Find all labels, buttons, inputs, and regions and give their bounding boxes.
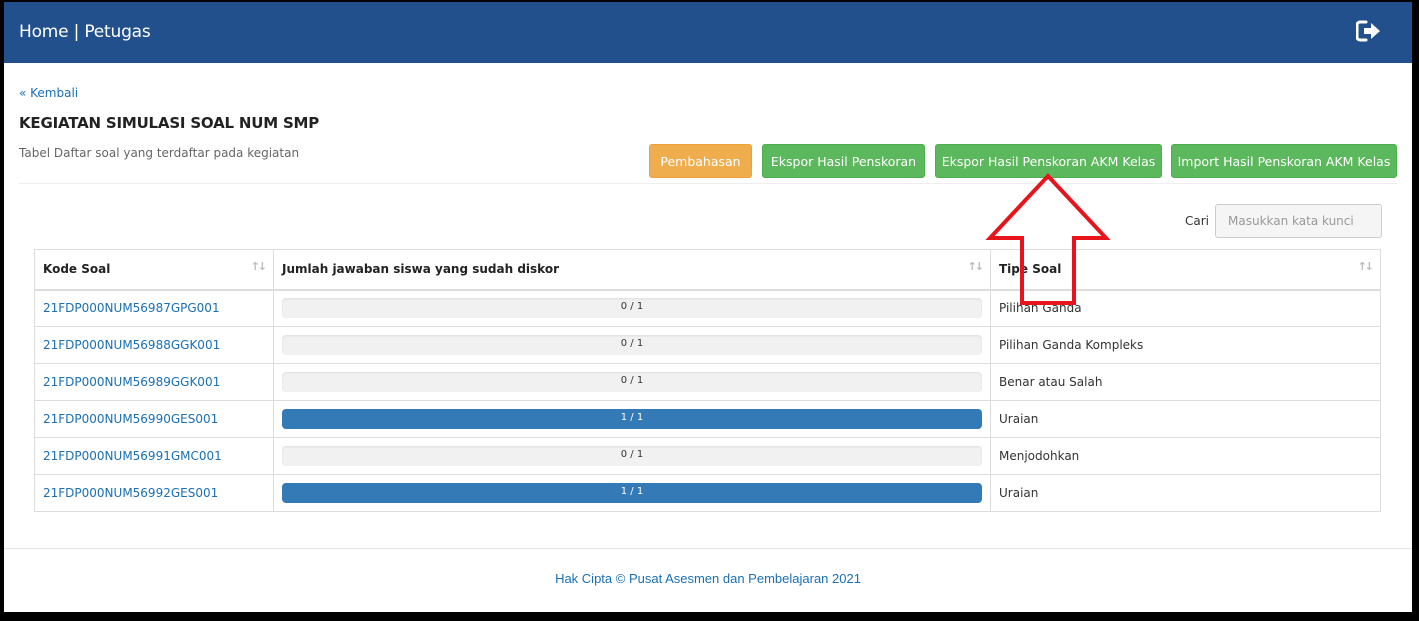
import-akm-scoring-button[interactable]: Import Hasil Penskoran AKM Kelas (1171, 144, 1397, 178)
question-code-cell: 21FDP000NUM56989GGK001 (34, 363, 274, 401)
question-type-cell: Pilihan Ganda Kompleks (990, 326, 1381, 364)
column-header-label: Kode Soal (43, 262, 111, 277)
divider (19, 183, 1397, 184)
question-code-link[interactable]: 21FDP000NUM56987GPG001 (43, 301, 220, 315)
column-header-label: Jumlah jawaban siswa yang sudah diskor (282, 262, 559, 277)
column-header-jumlah-jawaban[interactable]: Jumlah jawaban siswa yang sudah diskor ↑… (273, 249, 991, 291)
progress-bar: 1 / 1 (282, 483, 982, 503)
question-code-link[interactable]: 21FDP000NUM56988GGK001 (43, 338, 220, 352)
question-code-cell: 21FDP000NUM56988GGK001 (34, 326, 274, 364)
sort-icon[interactable]: ↑↓ (251, 260, 268, 273)
question-code-link[interactable]: 21FDP000NUM56989GGK001 (43, 375, 220, 389)
table-row: 21FDP000NUM56992GES001 1 / 1 Uraian (34, 474, 1381, 512)
question-type-cell: Menjodohkan (990, 437, 1381, 475)
table-row: 21FDP000NUM56991GMC001 0 / 1 Menjodohkan (34, 437, 1381, 475)
scored-count-cell: 1 / 1 (273, 474, 991, 512)
footer-copyright: Hak Cipta © Pusat Asesmen dan Pembelajar… (555, 571, 861, 586)
progress-text: 1 / 1 (620, 486, 644, 497)
table-row: 21FDP000NUM56987GPG001 0 / 1 Pilihan Ganda (34, 289, 1381, 327)
progress-text: 1 / 1 (620, 412, 644, 423)
question-code-cell: 21FDP000NUM56992GES001 (34, 474, 274, 512)
table-row: 21FDP000NUM56988GGK001 0 / 1 Pilihan Ganda… (34, 326, 1381, 364)
column-header-kode-soal[interactable]: Kode Soal ↑↓ (34, 249, 274, 291)
scored-count-cell: 0 / 1 (273, 326, 991, 364)
progress-text: 0 / 1 (620, 301, 644, 313)
back-link[interactable]: « Kembali (19, 86, 78, 100)
search-input[interactable] (1215, 204, 1382, 238)
footer-divider (4, 548, 1412, 549)
app-window: Home | Petugas « Kembali KEGIATAN SIMULA… (4, 2, 1412, 612)
sort-icon[interactable]: ↑↓ (968, 260, 985, 273)
table-row: 21FDP000NUM56990GES001 1 / 1 Uraian (34, 400, 1381, 438)
progress-text: 0 / 1 (620, 449, 644, 460)
table-header-row: Kode Soal ↑↓ Jumlah jawaban siswa yang s… (34, 249, 1381, 291)
questions-table: Kode Soal ↑↓ Jumlah jawaban siswa yang s… (34, 249, 1381, 512)
page-subtitle: Tabel Daftar soal yang terdaftar pada ke… (19, 146, 300, 160)
question-type-cell: Benar atau Salah (990, 363, 1381, 401)
nav-title[interactable]: Home | Petugas (19, 22, 151, 42)
question-type-cell: Uraian (990, 474, 1381, 512)
question-code-cell: 21FDP000NUM56990GES001 (34, 400, 274, 438)
table-row: 21FDP000NUM56989GGK001 0 / 1 Benar atau Sa… (34, 363, 1381, 401)
sort-icon[interactable]: ↑↓ (1358, 260, 1375, 273)
search-label: Cari (1185, 214, 1209, 228)
question-code-cell: 21FDP000NUM56987GPG001 (34, 289, 274, 327)
pembahasan-button[interactable]: Pembahasan (649, 144, 752, 178)
question-code-link[interactable]: 21FDP000NUM56992GES001 (43, 486, 218, 500)
progress-text: 0 / 1 (620, 338, 644, 349)
question-code-cell: 21FDP000NUM56991GMC001 (34, 437, 274, 475)
progress-bar: 0 / 1 (282, 335, 982, 355)
sign-out-icon[interactable] (1355, 20, 1382, 42)
question-code-link[interactable]: 21FDP000NUM56990GES001 (43, 412, 218, 426)
scored-count-cell: 0 / 1 (273, 289, 991, 327)
question-code-link[interactable]: 21FDP000NUM56991GMC001 (43, 449, 222, 463)
scored-count-cell: 0 / 1 (273, 363, 991, 401)
scored-count-cell: 1 / 1 (273, 400, 991, 438)
progress-text: 0 / 1 (620, 375, 644, 386)
progress-bar: 0 / 1 (282, 298, 982, 319)
navbar: Home | Petugas (4, 2, 1412, 63)
question-type-cell: Uraian (990, 400, 1381, 438)
scored-count-cell: 0 / 1 (273, 437, 991, 475)
page-title: KEGIATAN SIMULASI SOAL NUM SMP (19, 114, 320, 132)
export-scoring-button[interactable]: Ekspor Hasil Penskoran (762, 144, 925, 178)
progress-bar: 0 / 1 (282, 372, 982, 392)
annotation-arrow-icon (985, 173, 1111, 305)
progress-bar: 0 / 1 (282, 446, 982, 466)
progress-bar: 1 / 1 (282, 409, 982, 429)
